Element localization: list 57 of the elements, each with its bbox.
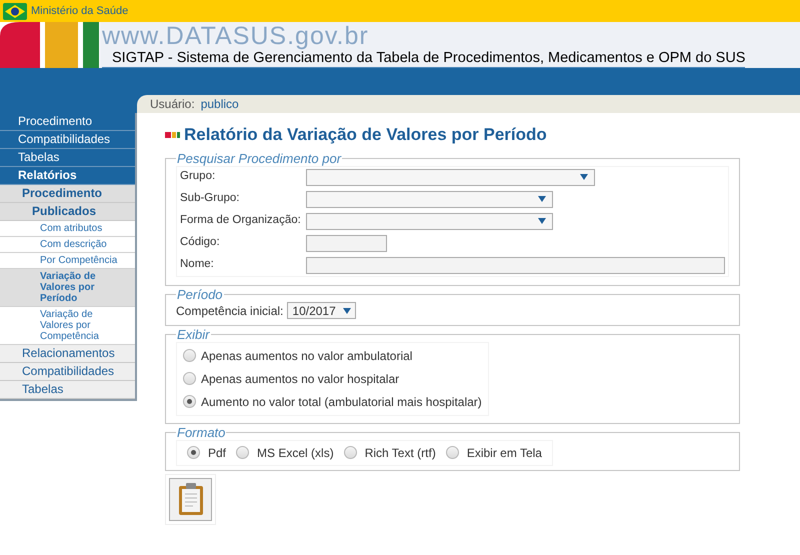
title-bullet-icon xyxy=(165,132,180,138)
sidebar-item[interactable]: Com atributos xyxy=(0,221,135,237)
option-label[interactable]: Apenas aumentos no valor ambulatorial xyxy=(201,346,412,364)
radio-button[interactable] xyxy=(183,372,196,385)
field-label: Grupo: xyxy=(180,169,216,184)
page-title: Relatório da Variação de Valores por Período xyxy=(184,124,547,146)
radio-button[interactable] xyxy=(344,446,357,459)
field-label: Competência inicial: xyxy=(176,302,284,320)
radio-button[interactable] xyxy=(183,395,196,408)
dropdown[interactable]: 10/2017 xyxy=(287,302,356,319)
option-label[interactable]: Rich Text (rtf) xyxy=(364,444,436,462)
sidebar-item[interactable]: Compatibilidades xyxy=(0,363,135,381)
option-label[interactable]: Apenas aumentos no valor hospitalar xyxy=(201,370,400,388)
user-name: publico xyxy=(200,96,239,113)
field-label: Forma de Organização: xyxy=(180,213,302,228)
sidebar-item[interactable]: Com descrição xyxy=(0,237,135,253)
sidebar-item[interactable]: Publicados xyxy=(0,203,135,221)
dropdown[interactable] xyxy=(306,168,595,186)
section-legend: Exibir xyxy=(176,328,211,342)
caret-icon xyxy=(538,196,546,202)
section-legend: Pesquisar Procedimento por xyxy=(176,152,342,166)
site-logo-text: www.DATASUS.gov.br xyxy=(102,22,370,50)
option-label[interactable]: Exibir em Tela xyxy=(466,444,542,462)
field-label: Nome: xyxy=(180,257,215,272)
ministry-link[interactable]: Ministério da Saúde xyxy=(31,2,128,20)
section-legend: Formato xyxy=(176,426,226,440)
sidebar-item[interactable]: Variação de Valores por Período xyxy=(0,269,135,307)
sidebar-item[interactable]: Procedimento xyxy=(0,185,135,203)
report-button[interactable] xyxy=(169,478,212,520)
sidebar-item[interactable]: Variação de Valores por Competência xyxy=(0,307,135,345)
sidebar-item[interactable]: Tabelas xyxy=(0,381,135,399)
dropdown[interactable] xyxy=(306,190,553,208)
section-legend: Período xyxy=(176,288,224,302)
caret-icon xyxy=(538,218,546,224)
sidebar-item[interactable]: Procedimento xyxy=(0,113,135,131)
clipboard-icon xyxy=(178,482,204,516)
radio-button[interactable] xyxy=(446,446,459,459)
caret-icon xyxy=(342,308,351,314)
sidebar-item[interactable]: Relacionamentos xyxy=(0,345,135,363)
sidebar-item[interactable]: Por Competência xyxy=(0,253,135,269)
input-field[interactable] xyxy=(306,256,725,274)
dropdown[interactable] xyxy=(306,212,553,230)
user-label: Usuário: xyxy=(150,96,195,113)
option-label[interactable]: Pdf xyxy=(208,444,226,462)
caret-icon xyxy=(580,174,588,180)
sidebar-item[interactable]: Relatórios xyxy=(0,167,135,185)
radio-button[interactable] xyxy=(183,349,196,362)
radio-button[interactable] xyxy=(236,446,250,459)
sidebar-item[interactable]: Tabelas xyxy=(0,149,135,167)
radio-button[interactable] xyxy=(187,446,200,459)
flag-icon xyxy=(3,2,27,20)
sidebar-item[interactable]: Compatibilidades xyxy=(0,131,135,149)
option-label[interactable]: Aumento no valor total (ambulatorial mais hospitalar) xyxy=(201,392,482,410)
field-label: Código: xyxy=(180,235,221,250)
option-label[interactable]: MS Excel (xls) xyxy=(257,444,334,462)
input-field[interactable] xyxy=(306,234,387,252)
field-label: Sub-Grupo: xyxy=(180,191,240,206)
